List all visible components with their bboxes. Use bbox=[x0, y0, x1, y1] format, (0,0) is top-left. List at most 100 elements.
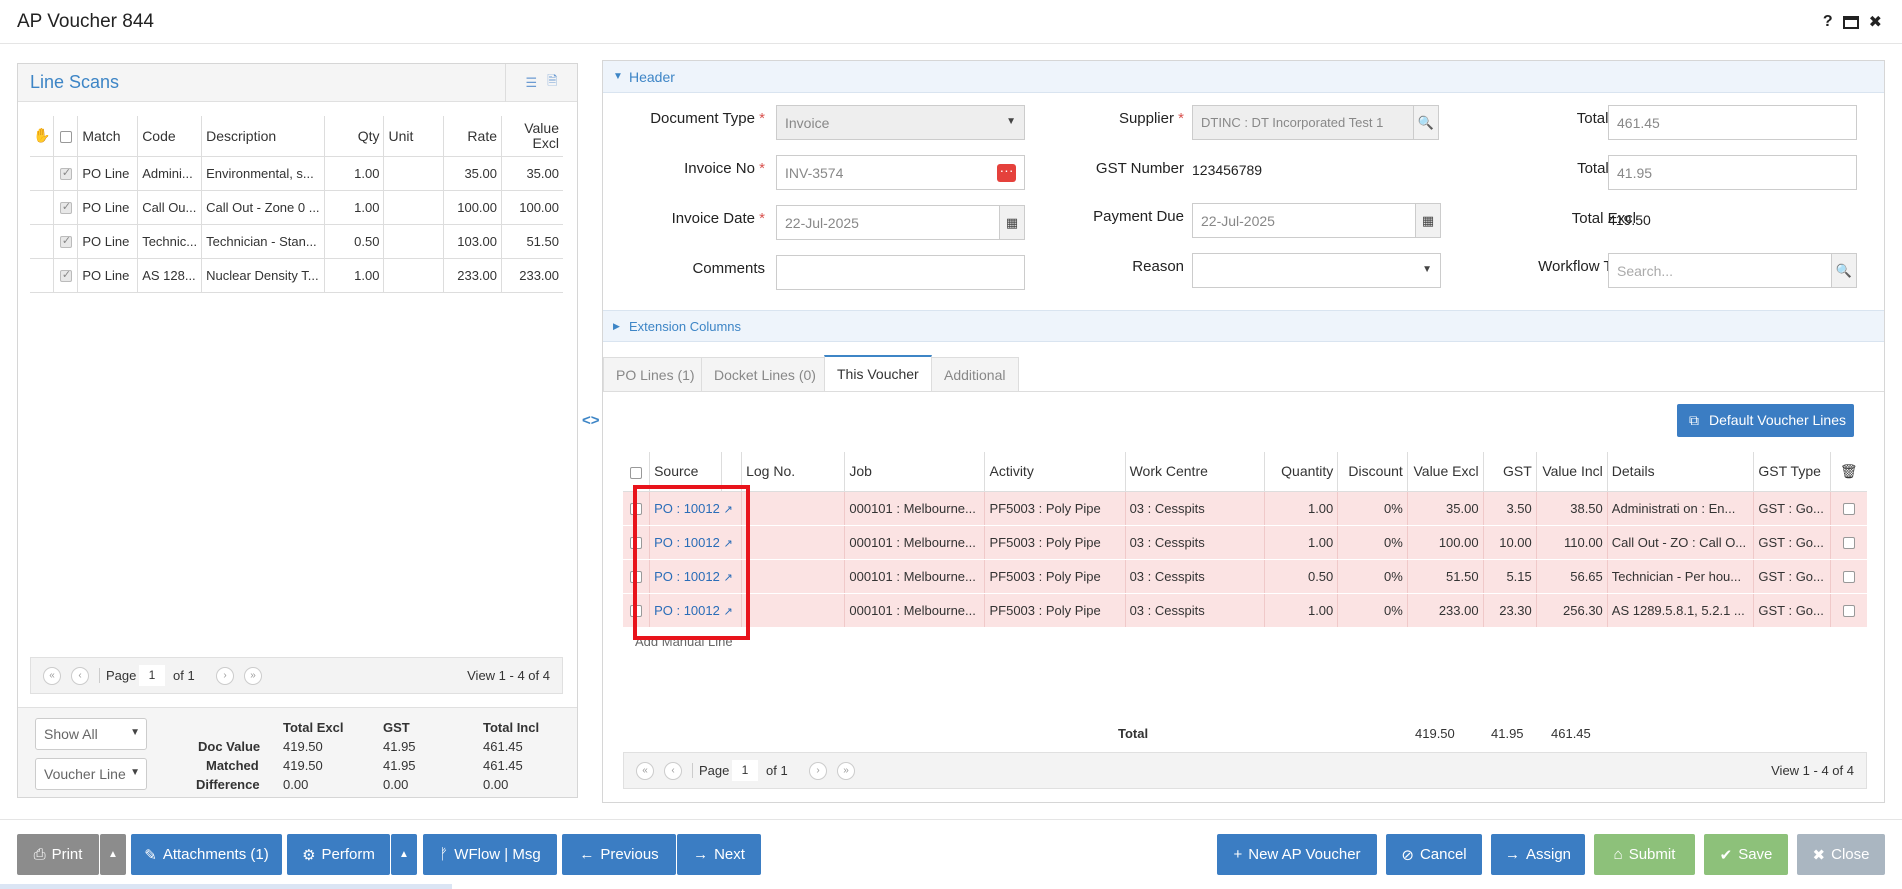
col-value-excl[interactable]: Value Excl bbox=[1407, 452, 1484, 492]
col-match[interactable]: Match bbox=[77, 116, 139, 156]
perform-button[interactable]: ⚙ Perform bbox=[287, 834, 390, 875]
select-all-checkbox[interactable] bbox=[53, 116, 79, 156]
col-description[interactable]: Description bbox=[201, 116, 325, 156]
cell-gst: 5.15 bbox=[1483, 559, 1537, 594]
print-button[interactable]: ⎙ Print bbox=[17, 834, 99, 875]
attachments-button[interactable]: ✎ Attachments (1) bbox=[131, 834, 282, 875]
supplier-input[interactable]: DTINC : DT Incorporated Test 1 bbox=[1192, 105, 1414, 140]
delete-checkbox[interactable] bbox=[1842, 503, 1855, 516]
payment-due-input[interactable]: 22-Jul-2025 bbox=[1192, 203, 1416, 238]
previous-button[interactable]: ← Previous bbox=[562, 834, 676, 875]
invoice-date-input[interactable]: 22-Jul-2025 bbox=[776, 205, 1000, 240]
workflow-type-input[interactable]: Search... bbox=[1608, 253, 1832, 288]
col-work-centre[interactable]: Work Centre bbox=[1125, 452, 1265, 492]
workflow-search-icon[interactable]: 🔍 bbox=[1831, 253, 1857, 288]
first-page-icon[interactable]: « bbox=[636, 762, 654, 780]
payment-due-label: Payment Due bbox=[1093, 208, 1184, 225]
prev-page-icon[interactable]: ‹ bbox=[664, 762, 682, 780]
table-row[interactable]: PO Line AS 128... Nuclear Density T... 1… bbox=[30, 257, 563, 293]
more-options-icon[interactable]: ··· bbox=[997, 163, 1016, 182]
assign-button[interactable]: → Assign bbox=[1491, 834, 1585, 875]
tab-po-lines[interactable]: PO Lines (1) bbox=[603, 357, 708, 391]
delete-checkbox[interactable] bbox=[1842, 571, 1855, 584]
document-view-icon[interactable]: 🗎 bbox=[547, 72, 557, 94]
col-gst[interactable]: GST bbox=[1483, 452, 1537, 492]
row-checkbox[interactable] bbox=[59, 200, 72, 215]
show-all-select[interactable]: Show All ▼ bbox=[35, 718, 147, 750]
col-value-incl[interactable]: Value Incl bbox=[1536, 452, 1608, 492]
extension-columns-toggle[interactable]: ▶ Extension Columns bbox=[603, 310, 1884, 342]
col-unit[interactable]: Unit bbox=[383, 116, 445, 156]
table-row[interactable]: PO Line Admini... Environmental, s... 1.… bbox=[30, 155, 563, 190]
tab-docket-lines[interactable]: Docket Lines (0) bbox=[701, 357, 829, 391]
col-job[interactable]: Job bbox=[844, 452, 986, 492]
col-gst-type[interactable]: GST Type bbox=[1753, 452, 1831, 492]
table-row[interactable]: PO : 10012 ↗ 000101 : Melbourne... PF500… bbox=[623, 593, 1867, 628]
tab-this-voucher[interactable]: This Voucher bbox=[824, 355, 932, 391]
reason-select[interactable]: ▼ bbox=[1192, 253, 1441, 288]
table-row[interactable]: PO : 10012 ↗ 000101 : Melbourne... PF500… bbox=[623, 525, 1867, 560]
next-button[interactable]: → Next bbox=[677, 834, 761, 875]
delete-checkbox[interactable] bbox=[1842, 537, 1855, 550]
cancel-button[interactable]: ⊘ Cancel bbox=[1386, 834, 1482, 875]
last-page-icon[interactable]: » bbox=[244, 667, 262, 685]
save-button[interactable]: ✔ Save bbox=[1704, 834, 1788, 875]
cell-value-incl: 38.50 bbox=[1536, 491, 1608, 526]
cell-value: 35.00 bbox=[501, 155, 563, 190]
tab-additional[interactable]: Additional bbox=[931, 357, 1019, 391]
comments-textarea[interactable] bbox=[776, 255, 1025, 290]
close-icon[interactable]: ✖ bbox=[1869, 12, 1882, 32]
new-ap-voucher-button[interactable]: + New AP Voucher bbox=[1217, 834, 1377, 875]
col-quantity[interactable]: Quantity bbox=[1264, 452, 1339, 492]
perform-menu-button[interactable]: ▲ bbox=[391, 834, 417, 875]
col-rate[interactable]: Rate bbox=[443, 116, 502, 156]
table-row[interactable]: PO Line Call Ou... Call Out - Zone 0 ...… bbox=[30, 189, 563, 224]
help-icon[interactable]: ? bbox=[1823, 13, 1833, 31]
col-qty[interactable]: Qty bbox=[324, 116, 385, 156]
close-button[interactable]: ✖ Close bbox=[1797, 834, 1885, 875]
totals-header-gst: GST bbox=[383, 720, 410, 735]
next-page-icon[interactable]: › bbox=[216, 667, 234, 685]
total-tax-input[interactable]: 41.95 bbox=[1608, 155, 1857, 190]
cell-discount: 0% bbox=[1337, 491, 1408, 526]
page-number-input[interactable]: 1 bbox=[139, 665, 165, 686]
row-checkbox[interactable] bbox=[59, 268, 72, 283]
document-type-select[interactable]: Invoice ▼ bbox=[776, 105, 1025, 140]
list-view-icon[interactable]: ☰ bbox=[525, 75, 537, 91]
header-section-toggle[interactable]: ▼ Header bbox=[603, 61, 1884, 93]
next-page-icon[interactable]: › bbox=[809, 762, 827, 780]
cell-qty: 1.00 bbox=[324, 189, 385, 224]
prev-page-icon[interactable]: ‹ bbox=[71, 667, 89, 685]
col-log-no[interactable]: Log No. bbox=[741, 452, 846, 492]
default-voucher-lines-button[interactable]: ⧉ Default Voucher Lines bbox=[1677, 404, 1854, 437]
calendar-icon[interactable]: ▦ bbox=[999, 205, 1025, 240]
first-page-icon[interactable]: « bbox=[43, 667, 61, 685]
table-row[interactable]: PO Line Technic... Technician - Stan... … bbox=[30, 223, 563, 258]
page-number-input[interactable]: 1 bbox=[732, 760, 758, 781]
row-checkbox[interactable] bbox=[59, 166, 72, 181]
cell-value-incl: 110.00 bbox=[1536, 525, 1608, 560]
col-code[interactable]: Code bbox=[137, 116, 203, 156]
row-checkbox[interactable] bbox=[59, 234, 72, 249]
cell-value: 100.00 bbox=[501, 189, 563, 224]
last-page-icon[interactable]: » bbox=[837, 762, 855, 780]
col-activity[interactable]: Activity bbox=[984, 452, 1126, 492]
submit-button[interactable]: ⌂ Submit bbox=[1594, 834, 1695, 875]
cell-work-centre: 03 : Cesspits bbox=[1125, 491, 1265, 526]
panel-splitter-icon[interactable]: <> bbox=[582, 412, 600, 429]
print-menu-button[interactable]: ▲ bbox=[100, 834, 126, 875]
col-value-excl[interactable]: Value Excl bbox=[502, 116, 564, 156]
table-row[interactable]: PO : 10012 ↗ 000101 : Melbourne... PF500… bbox=[623, 491, 1867, 526]
layout-icon[interactable] bbox=[1842, 15, 1859, 29]
total-incl-input[interactable]: 461.45 bbox=[1608, 105, 1857, 140]
table-row[interactable]: PO : 10012 ↗ 000101 : Melbourne... PF500… bbox=[623, 559, 1867, 594]
trash-icon[interactable]: 🗑 bbox=[1830, 452, 1867, 492]
delete-checkbox[interactable] bbox=[1842, 605, 1855, 618]
calendar-icon[interactable]: ▦ bbox=[1415, 203, 1441, 238]
col-discount[interactable]: Discount bbox=[1337, 452, 1408, 492]
supplier-search-icon[interactable]: 🔍 bbox=[1413, 105, 1439, 140]
invoice-no-input[interactable]: INV-3574 ··· bbox=[776, 155, 1025, 190]
voucher-line-select[interactable]: Voucher Line ▼ bbox=[35, 758, 147, 790]
wflow-msg-button[interactable]: ᚠ WFlow | Msg bbox=[423, 834, 557, 875]
col-details[interactable]: Details bbox=[1607, 452, 1755, 492]
